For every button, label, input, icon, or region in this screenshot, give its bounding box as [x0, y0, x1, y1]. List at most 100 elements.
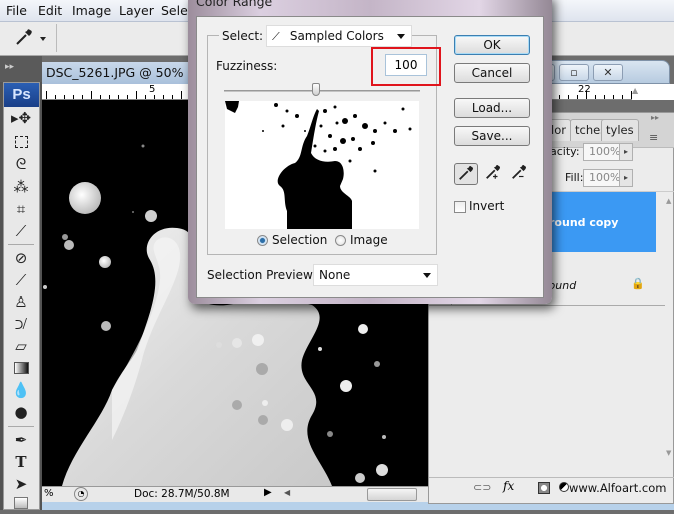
- load-button[interactable]: Load...: [454, 98, 530, 118]
- ruler-tick: [145, 95, 146, 99]
- ruler-tick: [172, 95, 173, 99]
- move-tool-icon[interactable]: ▸✥: [10, 108, 32, 128]
- watermark: www.Alfoart.com: [569, 481, 667, 495]
- eyedropper-icon: ⟋: [272, 30, 280, 43]
- menu-image[interactable]: Image: [72, 3, 111, 18]
- layer-mask-icon[interactable]: [538, 482, 550, 494]
- ruler-tick: [181, 91, 182, 99]
- gradient-tool-icon[interactable]: [10, 358, 32, 378]
- layer-row[interactable]: round 🔒: [540, 252, 656, 312]
- ruler-tick: [64, 95, 65, 99]
- pen-tool-icon[interactable]: ✒: [10, 430, 32, 450]
- fuzziness-label: Fuzziness:: [216, 59, 278, 73]
- dialog-title: Color Range: [196, 0, 273, 9]
- ruler-tick: [55, 95, 56, 99]
- eyedropper-minus-icon[interactable]: [507, 163, 531, 185]
- ruler-tick: [154, 95, 155, 99]
- menu-file[interactable]: File: [6, 3, 27, 18]
- marquee-tool-icon[interactable]: [10, 132, 32, 152]
- path-selection-tool-icon[interactable]: ➤: [10, 474, 32, 494]
- fill-label: Fill:: [565, 171, 584, 184]
- selection-radio-label: Selection: [272, 233, 328, 247]
- ruler-label: 22: [578, 84, 591, 95]
- zoom-level[interactable]: %: [44, 488, 54, 499]
- save-button[interactable]: Save...: [454, 126, 530, 146]
- ruler-tick: [604, 95, 605, 99]
- eraser-tool-icon[interactable]: ▱: [10, 336, 32, 356]
- horizontal-scrollbar-thumb[interactable]: [367, 488, 417, 501]
- ruler-tick: [82, 95, 83, 99]
- layer-style-icon[interactable]: fx: [503, 479, 514, 493]
- menu-edit[interactable]: Edit: [38, 3, 62, 18]
- panel-collapse-icon[interactable]: ▸▸: [651, 113, 659, 122]
- ruler-tick: [586, 91, 587, 99]
- scroll-left-icon[interactable]: ◀: [284, 488, 290, 497]
- shape-tool-icon[interactable]: [10, 494, 32, 514]
- ruler-tick: [73, 95, 74, 99]
- crop-tool-icon[interactable]: ⌗: [10, 199, 32, 219]
- ruler-tick: [163, 95, 164, 99]
- layer-row-selected[interactable]: round copy: [540, 192, 656, 252]
- eyedropper-tool-icon[interactable]: ⟋: [10, 221, 32, 241]
- adjustment-layer-icon[interactable]: [559, 482, 569, 492]
- lasso-tool-icon[interactable]: ᘓ: [10, 154, 32, 174]
- opacity-dropdown-icon[interactable]: ▸: [619, 143, 633, 161]
- menu-layer[interactable]: Layer: [119, 3, 154, 18]
- fuzziness-slider-track[interactable]: [224, 90, 420, 92]
- select-value: Sampled Colors: [289, 29, 384, 43]
- invert-checkbox[interactable]: [454, 201, 466, 213]
- layers-scroll-down-icon[interactable]: ▼: [666, 449, 671, 457]
- layers-scroll-up-icon[interactable]: ▲: [666, 197, 671, 205]
- expand-icon[interactable]: ▸▸: [5, 62, 14, 72]
- fuzziness-slider-thumb[interactable]: [312, 83, 321, 96]
- type-tool-icon[interactable]: T: [10, 452, 32, 472]
- link-layers-icon[interactable]: ⊂⊃: [473, 481, 491, 494]
- opacity-field[interactable]: 100%: [583, 143, 621, 161]
- ruler-tick: [91, 91, 92, 99]
- layer-name: round copy: [549, 216, 619, 229]
- brush-tool-icon[interactable]: ⟋: [10, 270, 32, 290]
- selection-radio[interactable]: [257, 235, 268, 246]
- history-brush-tool-icon[interactable]: ⟉: [10, 314, 32, 334]
- selection-preview-dropdown[interactable]: None: [313, 264, 438, 286]
- divider: [56, 24, 57, 52]
- close-button[interactable]: ✕: [593, 64, 623, 81]
- status-info-icon[interactable]: ◔: [74, 487, 88, 501]
- clone-stamp-tool-icon[interactable]: ♙: [10, 292, 32, 312]
- dodge-tool-icon[interactable]: ●: [10, 402, 32, 422]
- cancel-button[interactable]: Cancel: [454, 63, 530, 83]
- panel-menu-icon[interactable]: ≡: [649, 131, 658, 144]
- tool-preset-dropdown-icon[interactable]: [40, 37, 46, 41]
- selection-preview-image: [225, 101, 419, 229]
- ruler-tick: [100, 95, 101, 99]
- ps-logo: Ps: [4, 83, 39, 107]
- ruler-tick: [559, 95, 560, 99]
- image-radio[interactable]: [335, 235, 346, 246]
- restore-button[interactable]: ▫: [559, 64, 589, 81]
- fill-dropdown-icon[interactable]: ▸: [619, 169, 633, 187]
- selection-mask-thumbnail: [225, 101, 419, 229]
- eyedropper-plus-icon[interactable]: [481, 163, 505, 185]
- tool-divider: [8, 426, 34, 427]
- doc-size: Doc: 28.7M/50.8M: [134, 488, 230, 500]
- select-dropdown[interactable]: ⟋ Sampled Colors: [266, 25, 412, 47]
- eyedropper-icon[interactable]: [14, 27, 36, 49]
- chevron-down-icon: [423, 273, 431, 278]
- ruler-tick: [109, 95, 110, 99]
- ruler-tick: [595, 95, 596, 99]
- tab-styles[interactable]: tyles: [601, 119, 639, 141]
- highlight-annotation: [371, 47, 441, 86]
- healing-brush-tool-icon[interactable]: ⊘: [10, 248, 32, 268]
- fill-field[interactable]: 100%: [583, 169, 621, 187]
- magic-wand-tool-icon[interactable]: ⁂: [10, 177, 32, 197]
- eyedropper-icon[interactable]: [454, 163, 478, 185]
- blur-tool-icon[interactable]: 💧: [10, 380, 32, 400]
- ruler-scroll-up[interactable]: ▲: [632, 84, 674, 100]
- ok-button[interactable]: OK: [454, 35, 530, 55]
- ruler-tick: [46, 91, 47, 99]
- divider: [429, 477, 674, 478]
- status-menu-arrow-icon[interactable]: ▶: [264, 487, 272, 498]
- selection-preview-label: Selection Preview:: [207, 268, 317, 282]
- toolbox-header[interactable]: ▸▸: [0, 56, 42, 82]
- ruler-tick: [118, 95, 119, 99]
